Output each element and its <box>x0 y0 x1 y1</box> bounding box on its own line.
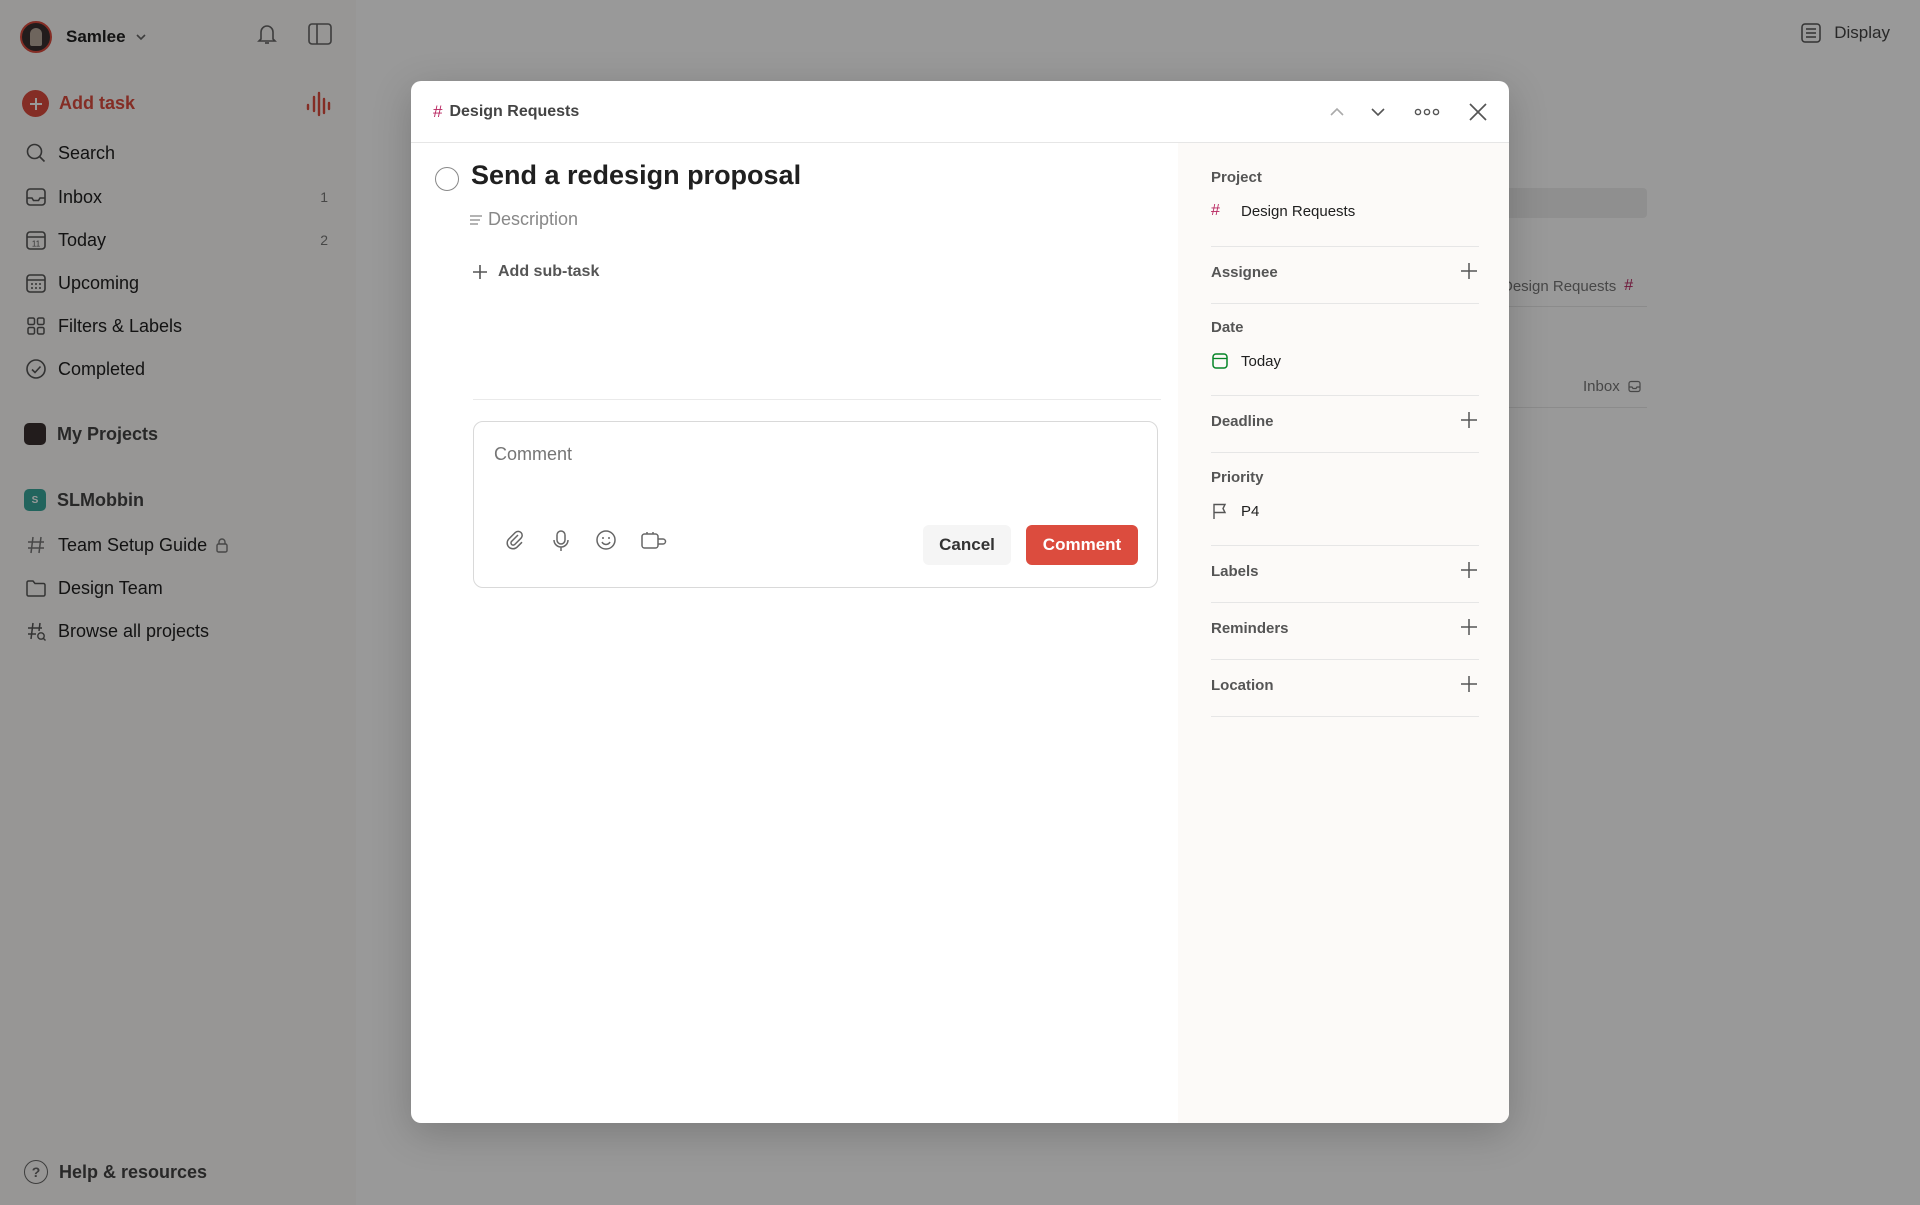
date-selector[interactable]: Today <box>1211 352 1281 370</box>
date-value: Today <box>1241 352 1282 370</box>
deadline-label: Deadline <box>1211 413 1274 430</box>
plus-icon[interactable] <box>1460 675 1478 693</box>
microphone-icon[interactable] <box>550 529 572 553</box>
hash-icon: # <box>433 102 443 121</box>
project-label: Project <box>1211 169 1262 186</box>
priority-value: P4 <box>1241 502 1260 520</box>
add-subtask-label: Add sub-task <box>498 263 600 280</box>
description-placeholder: Description <box>488 209 579 229</box>
more-options-icon[interactable] <box>1413 101 1441 123</box>
add-subtask-button[interactable]: Add sub-task <box>472 263 599 281</box>
divider <box>1211 602 1479 603</box>
comment-submit-button[interactable]: Comment <box>1026 525 1138 565</box>
plus-icon <box>472 264 488 280</box>
divider <box>1211 716 1479 717</box>
description-icon <box>468 212 484 228</box>
divider <box>1211 395 1479 396</box>
comment-input[interactable] <box>494 444 1134 465</box>
labels-label: Labels <box>1211 563 1259 580</box>
breadcrumb[interactable]: # Design Requests <box>433 102 579 122</box>
task-properties-pane: Project # Design Requests Assignee Date … <box>1178 143 1509 1123</box>
task-title[interactable]: Send a redesign proposal <box>471 160 801 191</box>
chevron-up-icon[interactable] <box>1326 101 1348 123</box>
plus-icon[interactable] <box>1460 411 1478 429</box>
flag-icon <box>1211 502 1231 520</box>
divider <box>1211 303 1479 304</box>
cancel-button[interactable]: Cancel <box>923 525 1011 565</box>
attachment-icon[interactable] <box>504 529 526 551</box>
divider <box>1211 545 1479 546</box>
plus-icon[interactable] <box>1460 262 1478 280</box>
priority-label: Priority <box>1211 469 1264 486</box>
chevron-down-icon[interactable] <box>1367 101 1389 123</box>
priority-selector[interactable]: P4 <box>1211 502 1259 520</box>
divider <box>1211 452 1479 453</box>
assignee-label: Assignee <box>1211 264 1278 281</box>
project-value: Design Requests <box>1241 202 1356 220</box>
task-complete-checkbox[interactable] <box>435 167 459 191</box>
comment-composer: Cancel Comment <box>473 421 1158 588</box>
divider <box>1211 659 1479 660</box>
plus-icon[interactable] <box>1460 618 1478 636</box>
location-label: Location <box>1211 677 1274 694</box>
hash-icon: # <box>1211 202 1220 219</box>
reminders-label: Reminders <box>1211 620 1289 637</box>
breadcrumb-project: Design Requests <box>449 103 580 120</box>
task-detail-modal: # Design Requests Send a redesign propos… <box>411 81 1509 1123</box>
project-selector[interactable]: # Design Requests <box>1211 202 1355 220</box>
divider <box>473 399 1161 400</box>
modal-header: # Design Requests <box>411 81 1509 143</box>
description-field[interactable]: Description <box>468 209 578 230</box>
plus-icon[interactable] <box>1460 561 1478 579</box>
emoji-icon[interactable] <box>595 529 617 551</box>
calendar-icon <box>1211 352 1231 370</box>
divider <box>1211 246 1479 247</box>
task-main-pane: Send a redesign proposal Description Add… <box>411 143 1178 1123</box>
date-label: Date <box>1211 319 1244 336</box>
close-icon[interactable] <box>1467 101 1489 123</box>
integrations-icon[interactable] <box>640 529 668 551</box>
